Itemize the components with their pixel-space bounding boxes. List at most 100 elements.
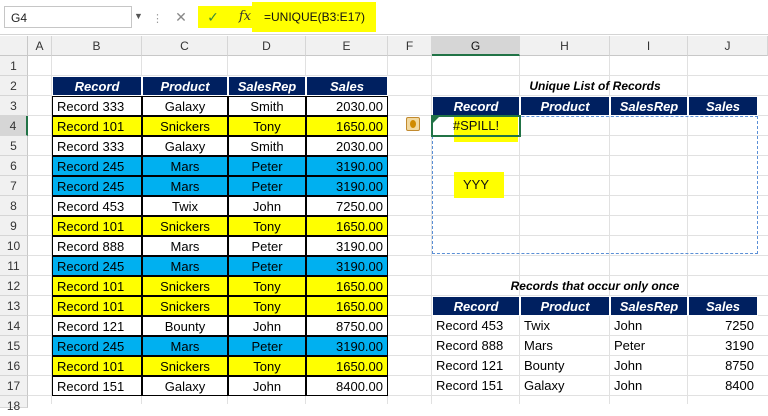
main-cell-sales[interactable]: 3190.00 <box>306 256 388 276</box>
once-cell-salesrep[interactable]: John <box>610 376 688 396</box>
once-cell-sales[interactable]: 8400 <box>688 376 758 396</box>
main-cell-sales[interactable]: 3190.00 <box>306 156 388 176</box>
once-cell-record[interactable]: Record 151 <box>432 376 520 396</box>
main-header-sales[interactable]: Sales <box>306 76 388 96</box>
row-header-17[interactable]: 17 <box>0 376 28 396</box>
main-cell-sales[interactable]: 8750.00 <box>306 316 388 336</box>
row-header-16[interactable]: 16 <box>0 356 28 376</box>
row-header-18[interactable]: 18 <box>0 396 28 413</box>
row-header-15[interactable]: 15 <box>0 336 28 356</box>
main-cell-sales[interactable]: 3190.00 <box>306 176 388 196</box>
main-cell-record[interactable]: Record 333 <box>52 136 142 156</box>
main-cell-record[interactable]: Record 121 <box>52 316 142 336</box>
once-header-sales[interactable]: Sales <box>688 296 758 316</box>
column-header-c[interactable]: C <box>142 36 228 56</box>
warning-icon[interactable] <box>406 117 420 131</box>
unique-header-salesrep[interactable]: SalesRep <box>610 96 688 116</box>
main-cell-salesrep[interactable]: Tony <box>228 296 306 316</box>
column-header-d[interactable]: D <box>228 36 306 56</box>
unique-header-product[interactable]: Product <box>520 96 610 116</box>
main-cell-record[interactable]: Record 245 <box>52 256 142 276</box>
unique-header-record[interactable]: Record <box>432 96 520 116</box>
main-cell-sales[interactable]: 2030.00 <box>306 96 388 116</box>
main-cell-record[interactable]: Record 101 <box>52 276 142 296</box>
formula-bar-resize-handle[interactable]: ⋮ <box>152 12 164 25</box>
once-cell-sales[interactable]: 7250 <box>688 316 758 336</box>
main-cell-product[interactable]: Mars <box>142 236 228 256</box>
column-header-f[interactable]: F <box>388 36 432 56</box>
main-cell-salesrep[interactable]: Tony <box>228 276 306 296</box>
column-header-b[interactable]: B <box>52 36 142 56</box>
column-header-g[interactable]: G <box>432 36 520 56</box>
main-cell-salesrep[interactable]: Peter <box>228 256 306 276</box>
main-cell-sales[interactable]: 3190.00 <box>306 236 388 256</box>
main-cell-product[interactable]: Galaxy <box>142 96 228 116</box>
once-cell-record[interactable]: Record 453 <box>432 316 520 336</box>
main-cell-product[interactable]: Mars <box>142 336 228 356</box>
main-cell-product[interactable]: Mars <box>142 176 228 196</box>
select-all-corner[interactable] <box>0 36 28 56</box>
main-cell-record[interactable]: Record 888 <box>52 236 142 256</box>
once-cell-product[interactable]: Galaxy <box>520 376 610 396</box>
main-cell-record[interactable]: Record 245 <box>52 336 142 356</box>
main-cell-product[interactable]: Snickers <box>142 296 228 316</box>
main-cell-product[interactable]: Snickers <box>142 116 228 136</box>
once-cell-salesrep[interactable]: John <box>610 316 688 336</box>
once-cell-product[interactable]: Bounty <box>520 356 610 376</box>
once-header-record[interactable]: Record <box>432 296 520 316</box>
main-cell-salesrep[interactable]: Peter <box>228 236 306 256</box>
main-cell-sales[interactable]: 7250.00 <box>306 196 388 216</box>
main-cell-salesrep[interactable]: Peter <box>228 176 306 196</box>
main-cell-salesrep[interactable]: Tony <box>228 216 306 236</box>
main-cell-salesrep[interactable]: John <box>228 316 306 336</box>
main-header-salesrep[interactable]: SalesRep <box>228 76 306 96</box>
main-cell-record[interactable]: Record 101 <box>52 296 142 316</box>
main-cell-salesrep[interactable]: Smith <box>228 136 306 156</box>
row-header-12[interactable]: 12 <box>0 276 28 296</box>
once-cell-salesrep[interactable]: John <box>610 356 688 376</box>
once-cell-product[interactable]: Twix <box>520 316 610 336</box>
once-header-salesrep[interactable]: SalesRep <box>610 296 688 316</box>
main-cell-record[interactable]: Record 333 <box>52 96 142 116</box>
unique-header-sales[interactable]: Sales <box>688 96 758 116</box>
main-cell-product[interactable]: Twix <box>142 196 228 216</box>
main-cell-record[interactable]: Record 245 <box>52 156 142 176</box>
column-header-i[interactable]: I <box>610 36 688 56</box>
once-cell-salesrep[interactable]: Peter <box>610 336 688 356</box>
main-cell-product[interactable]: Galaxy <box>142 376 228 396</box>
main-cell-product[interactable]: Snickers <box>142 276 228 296</box>
close-icon[interactable]: ✕ <box>168 6 194 28</box>
row-header-6[interactable]: 6 <box>0 156 28 176</box>
main-cell-sales[interactable]: 8400.00 <box>306 376 388 396</box>
name-box-dropdown-icon[interactable]: ▼ <box>134 11 143 21</box>
formula-input[interactable]: =UNIQUE(B3:E17) <box>258 6 365 28</box>
main-cell-sales[interactable]: 1650.00 <box>306 276 388 296</box>
main-cell-record[interactable]: Record 101 <box>52 216 142 236</box>
once-cell-sales[interactable]: 3190 <box>688 336 758 356</box>
once-cell-record[interactable]: Record 121 <box>432 356 520 376</box>
row-header-4[interactable]: 4 <box>0 116 28 136</box>
column-header-a[interactable]: A <box>28 36 52 56</box>
row-header-13[interactable]: 13 <box>0 296 28 316</box>
main-cell-product[interactable]: Snickers <box>142 216 228 236</box>
main-header-product[interactable]: Product <box>142 76 228 96</box>
main-cell-product[interactable]: Mars <box>142 156 228 176</box>
row-header-11[interactable]: 11 <box>0 256 28 276</box>
once-cell-record[interactable]: Record 888 <box>432 336 520 356</box>
main-header-record[interactable]: Record <box>52 76 142 96</box>
main-cell-sales[interactable]: 1650.00 <box>306 356 388 376</box>
row-header-2[interactable]: 2 <box>0 76 28 96</box>
main-cell-record[interactable]: Record 245 <box>52 176 142 196</box>
main-cell-product[interactable]: Mars <box>142 256 228 276</box>
main-cell-salesrep[interactable]: Smith <box>228 96 306 116</box>
check-icon[interactable]: ✓ <box>200 6 226 28</box>
once-cell-sales[interactable]: 8750 <box>688 356 758 376</box>
main-cell-salesrep[interactable]: Tony <box>228 356 306 376</box>
row-header-8[interactable]: 8 <box>0 196 28 216</box>
main-cell-record[interactable]: Record 151 <box>52 376 142 396</box>
main-cell-sales[interactable]: 3190.00 <box>306 336 388 356</box>
main-cell-salesrep[interactable]: John <box>228 196 306 216</box>
main-cell-product[interactable]: Galaxy <box>142 136 228 156</box>
row-header-9[interactable]: 9 <box>0 216 28 236</box>
main-cell-record[interactable]: Record 101 <box>52 356 142 376</box>
